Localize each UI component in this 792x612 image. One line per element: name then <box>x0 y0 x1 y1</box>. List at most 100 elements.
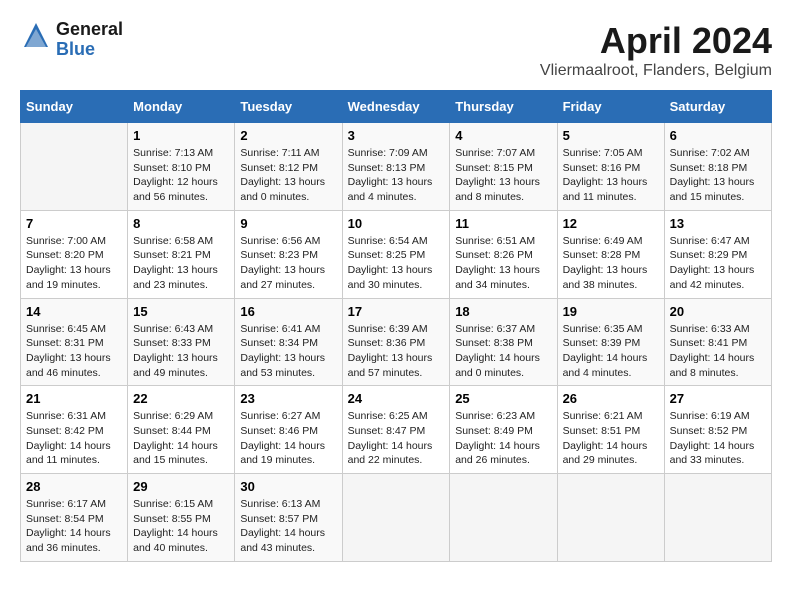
calendar-cell: 20 Sunrise: 6:33 AM Sunset: 8:41 PM Dayli… <box>664 298 771 386</box>
day-number: 11 <box>455 216 551 231</box>
day-info: Sunrise: 6:54 AM Sunset: 8:25 PM Dayligh… <box>348 234 445 293</box>
day-number: 7 <box>26 216 122 231</box>
calendar-cell: 22 Sunrise: 6:29 AM Sunset: 8:44 PM Dayli… <box>128 386 235 474</box>
calendar-cell: 19 Sunrise: 6:35 AM Sunset: 8:39 PM Dayli… <box>557 298 664 386</box>
logo-blue: Blue <box>56 40 123 60</box>
day-info: Sunrise: 6:29 AM Sunset: 8:44 PM Dayligh… <box>133 409 229 468</box>
day-info: Sunrise: 6:58 AM Sunset: 8:21 PM Dayligh… <box>133 234 229 293</box>
calendar-week-row: 14Sunrise: 6:45 AM Sunset: 8:31 PM Dayli… <box>21 298 772 386</box>
calendar-cell <box>342 474 450 562</box>
calendar-cell: 8 Sunrise: 6:58 AM Sunset: 8:21 PM Daylig… <box>128 210 235 298</box>
day-number: 19 <box>563 304 659 319</box>
day-number: 28 <box>26 479 122 494</box>
day-info: Sunrise: 7:09 AM Sunset: 8:13 PM Dayligh… <box>348 146 445 205</box>
calendar-cell: 7 Sunrise: 7:00 AM Sunset: 8:20 PM Daylig… <box>21 210 128 298</box>
calendar-cell: 13 Sunrise: 6:47 AM Sunset: 8:29 PM Dayli… <box>664 210 771 298</box>
calendar-cell <box>450 474 557 562</box>
day-info: Sunrise: 6:56 AM Sunset: 8:23 PM Dayligh… <box>240 234 336 293</box>
weekday-header: Wednesday <box>342 91 450 123</box>
day-info: Sunrise: 6:27 AM Sunset: 8:46 PM Dayligh… <box>240 409 336 468</box>
day-info: Sunrise: 6:21 AM Sunset: 8:51 PM Dayligh… <box>563 409 659 468</box>
day-info: Sunrise: 7:07 AM Sunset: 8:15 PM Dayligh… <box>455 146 551 205</box>
calendar-cell: 27 Sunrise: 6:19 AM Sunset: 8:52 PM Dayli… <box>664 386 771 474</box>
day-info: Sunrise: 6:25 AM Sunset: 8:47 PM Dayligh… <box>348 409 445 468</box>
calendar-cell: 12 Sunrise: 6:49 AM Sunset: 8:28 PM Dayli… <box>557 210 664 298</box>
day-number: 15 <box>133 304 229 319</box>
day-info: Sunrise: 6:41 AM Sunset: 8:34 PM Dayligh… <box>240 322 336 381</box>
day-info: Sunrise: 6:33 AM Sunset: 8:41 PM Dayligh… <box>670 322 766 381</box>
day-info: Sunrise: 6:51 AM Sunset: 8:26 PM Dayligh… <box>455 234 551 293</box>
calendar-cell: 11 Sunrise: 6:51 AM Sunset: 8:26 PM Dayli… <box>450 210 557 298</box>
weekday-header: Tuesday <box>235 91 342 123</box>
day-number: 16 <box>240 304 336 319</box>
calendar-week-row: 21Sunrise: 6:31 AM Sunset: 8:42 PM Dayli… <box>21 386 772 474</box>
calendar-cell: 1 Sunrise: 7:13 AM Sunset: 8:10 PM Daylig… <box>128 123 235 211</box>
weekday-header: Monday <box>128 91 235 123</box>
day-number: 3 <box>348 128 445 143</box>
calendar-cell: 24Sunrise: 6:25 AM Sunset: 8:47 PM Dayli… <box>342 386 450 474</box>
calendar-week-row: 28Sunrise: 6:17 AM Sunset: 8:54 PM Dayli… <box>21 474 772 562</box>
day-number: 23 <box>240 391 336 406</box>
calendar-cell: 6Sunrise: 7:02 AM Sunset: 8:18 PM Daylig… <box>664 123 771 211</box>
day-info: Sunrise: 7:05 AM Sunset: 8:16 PM Dayligh… <box>563 146 659 205</box>
title-section: April 2024 Vliermaalroot, Flanders, Belg… <box>540 20 772 80</box>
calendar-cell: 17Sunrise: 6:39 AM Sunset: 8:36 PM Dayli… <box>342 298 450 386</box>
day-info: Sunrise: 6:49 AM Sunset: 8:28 PM Dayligh… <box>563 234 659 293</box>
day-info: Sunrise: 6:19 AM Sunset: 8:52 PM Dayligh… <box>670 409 766 468</box>
day-info: Sunrise: 6:35 AM Sunset: 8:39 PM Dayligh… <box>563 322 659 381</box>
weekday-header: Saturday <box>664 91 771 123</box>
day-number: 12 <box>563 216 659 231</box>
calendar-cell: 29Sunrise: 6:15 AM Sunset: 8:55 PM Dayli… <box>128 474 235 562</box>
day-number: 8 <box>133 216 229 231</box>
day-number: 27 <box>670 391 766 406</box>
calendar-cell: 3 Sunrise: 7:09 AM Sunset: 8:13 PM Daylig… <box>342 123 450 211</box>
day-info: Sunrise: 6:37 AM Sunset: 8:38 PM Dayligh… <box>455 322 551 381</box>
calendar-cell: 15 Sunrise: 6:43 AM Sunset: 8:33 PM Dayli… <box>128 298 235 386</box>
day-info: Sunrise: 6:15 AM Sunset: 8:55 PM Dayligh… <box>133 497 229 556</box>
calendar-cell: 5 Sunrise: 7:05 AM Sunset: 8:16 PM Daylig… <box>557 123 664 211</box>
calendar-cell: 2 Sunrise: 7:11 AM Sunset: 8:12 PM Daylig… <box>235 123 342 211</box>
day-info: Sunrise: 6:43 AM Sunset: 8:33 PM Dayligh… <box>133 322 229 381</box>
day-number: 20 <box>670 304 766 319</box>
logo-text: General Blue <box>56 20 123 60</box>
logo: General Blue <box>20 20 123 60</box>
weekday-header: Friday <box>557 91 664 123</box>
day-info: Sunrise: 6:45 AM Sunset: 8:31 PM Dayligh… <box>26 322 122 381</box>
calendar-cell: 26 Sunrise: 6:21 AM Sunset: 8:51 PM Dayli… <box>557 386 664 474</box>
day-number: 13 <box>670 216 766 231</box>
calendar-cell: 30 Sunrise: 6:13 AM Sunset: 8:57 PM Dayli… <box>235 474 342 562</box>
calendar-cell: 16 Sunrise: 6:41 AM Sunset: 8:34 PM Dayli… <box>235 298 342 386</box>
day-number: 18 <box>455 304 551 319</box>
day-number: 2 <box>240 128 336 143</box>
day-info: Sunrise: 7:00 AM Sunset: 8:20 PM Dayligh… <box>26 234 122 293</box>
day-info: Sunrise: 6:23 AM Sunset: 8:49 PM Dayligh… <box>455 409 551 468</box>
day-info: Sunrise: 6:47 AM Sunset: 8:29 PM Dayligh… <box>670 234 766 293</box>
calendar-week-row: 1 Sunrise: 7:13 AM Sunset: 8:10 PM Daylig… <box>21 123 772 211</box>
day-info: Sunrise: 7:11 AM Sunset: 8:12 PM Dayligh… <box>240 146 336 205</box>
page-header: General Blue April 2024 Vliermaalroot, F… <box>20 20 772 80</box>
day-number: 5 <box>563 128 659 143</box>
day-number: 22 <box>133 391 229 406</box>
calendar-cell <box>664 474 771 562</box>
calendar-cell: 18 Sunrise: 6:37 AM Sunset: 8:38 PM Dayli… <box>450 298 557 386</box>
calendar-table: SundayMondayTuesdayWednesdayThursdayFrid… <box>20 90 772 562</box>
calendar-cell: 10Sunrise: 6:54 AM Sunset: 8:25 PM Dayli… <box>342 210 450 298</box>
day-info: Sunrise: 6:13 AM Sunset: 8:57 PM Dayligh… <box>240 497 336 556</box>
logo-general: General <box>56 20 123 40</box>
logo-icon <box>20 21 52 53</box>
weekday-header: Thursday <box>450 91 557 123</box>
day-number: 1 <box>133 128 229 143</box>
day-number: 6 <box>670 128 766 143</box>
calendar-cell: 28Sunrise: 6:17 AM Sunset: 8:54 PM Dayli… <box>21 474 128 562</box>
calendar-cell: 14Sunrise: 6:45 AM Sunset: 8:31 PM Dayli… <box>21 298 128 386</box>
calendar-cell <box>557 474 664 562</box>
calendar-cell: 23 Sunrise: 6:27 AM Sunset: 8:46 PM Dayli… <box>235 386 342 474</box>
day-info: Sunrise: 7:13 AM Sunset: 8:10 PM Dayligh… <box>133 146 229 205</box>
calendar-cell: 25Sunrise: 6:23 AM Sunset: 8:49 PM Dayli… <box>450 386 557 474</box>
month-title: April 2024 <box>540 20 772 62</box>
day-number: 26 <box>563 391 659 406</box>
day-number: 30 <box>240 479 336 494</box>
day-number: 21 <box>26 391 122 406</box>
calendar-cell: 9Sunrise: 6:56 AM Sunset: 8:23 PM Daylig… <box>235 210 342 298</box>
day-number: 4 <box>455 128 551 143</box>
